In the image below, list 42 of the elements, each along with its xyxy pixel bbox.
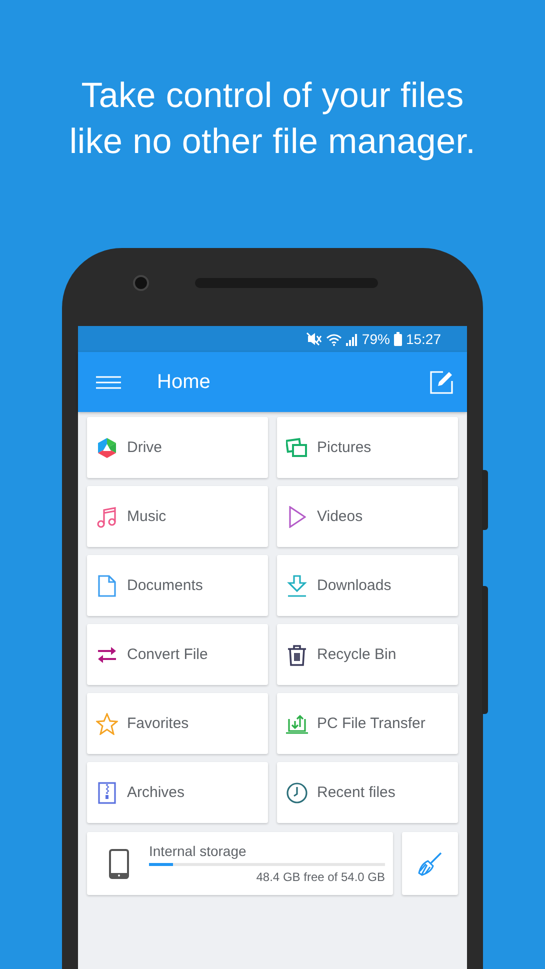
folder-tile[interactable]: Convert File — [87, 624, 268, 685]
document-icon — [98, 574, 116, 596]
battery-percentage: 79% — [362, 331, 390, 347]
folder-tile[interactable]: Music — [87, 486, 268, 547]
folder-tile[interactable]: PC File Transfer — [277, 693, 458, 754]
storage-reading: 48.4 GB free of 54.0 GB — [256, 870, 385, 884]
camera-lens — [133, 275, 149, 291]
screen-title: Home — [157, 370, 212, 394]
clock-icon — [286, 782, 308, 804]
edit-icon[interactable] — [430, 370, 453, 394]
storage-card[interactable]: Internal storage 48.4 GB free of 54.0 GB — [87, 832, 393, 895]
headline-line: like no other file manager. — [69, 121, 476, 163]
swap-arrows-icon — [97, 644, 117, 664]
folder-tile[interactable]: Videos — [277, 486, 458, 547]
pictures-icon — [286, 438, 308, 458]
folder-tile[interactable]: Drive — [87, 417, 268, 478]
cleaner-button[interactable] — [402, 832, 458, 895]
signal-icon — [346, 332, 358, 346]
headline-line: Take control of your files — [81, 75, 464, 117]
folder-tile[interactable]: Archives — [87, 762, 268, 823]
phone-icon — [109, 848, 129, 878]
music-note-icon — [97, 506, 117, 528]
star-icon — [96, 712, 118, 734]
wifi-icon — [326, 332, 342, 346]
trash-icon — [287, 644, 307, 666]
folder-tile[interactable]: Recycle Bin — [277, 624, 458, 685]
folder-tile[interactable]: Documents — [87, 555, 268, 616]
play-icon — [288, 506, 306, 528]
folder-tile[interactable]: Favorites — [87, 693, 268, 754]
zip-archive-icon — [98, 782, 116, 804]
folder-tile[interactable]: Downloads — [277, 555, 458, 616]
menu-icon[interactable] — [96, 376, 121, 388]
download-icon — [287, 574, 307, 596]
folder-tile[interactable]: Pictures — [277, 417, 458, 478]
hexagon-logo-icon — [96, 436, 118, 458]
battery-icon — [394, 332, 402, 346]
clock-time: 15:27 — [406, 331, 441, 347]
laptop-transfer-icon — [286, 712, 308, 734]
folder-tile[interactable]: Recent files — [277, 762, 458, 823]
mute-icon — [306, 332, 322, 346]
storage-name: Internal storage — [149, 843, 248, 859]
broom-icon — [418, 852, 442, 876]
